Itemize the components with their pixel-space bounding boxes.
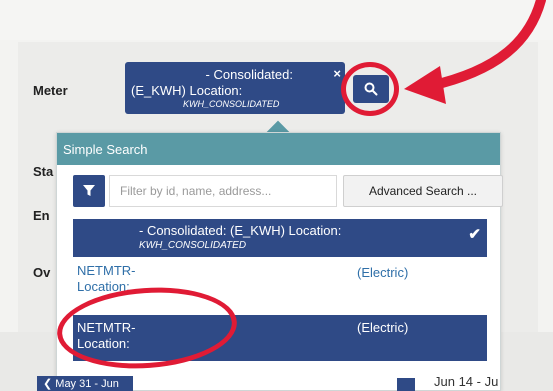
start-label: Sta bbox=[33, 164, 54, 179]
result-type: (Electric) bbox=[357, 265, 409, 280]
result-subtitle: KWH_CONSOLIDATED bbox=[139, 240, 247, 251]
filter-icon bbox=[83, 185, 95, 196]
calendar-control[interactable] bbox=[397, 378, 415, 391]
meter-selection-chip[interactable]: - Consolidated: (E_KWH) Location: KWH_CO… bbox=[125, 62, 345, 114]
chip-line-3: KWH_CONSOLIDATED bbox=[183, 99, 280, 109]
filter-input[interactable] bbox=[109, 175, 337, 207]
advanced-search-button[interactable]: Advanced Search ... bbox=[343, 175, 503, 207]
end-label: En bbox=[33, 208, 50, 223]
close-icon[interactable]: × bbox=[333, 66, 341, 81]
result-type: (Electric) bbox=[357, 320, 409, 335]
next-period-label: Jun 14 - Ju bbox=[434, 374, 499, 389]
chevron-left-icon: ❮ bbox=[43, 378, 56, 390]
chip-line-2: (E_KWH) Location: bbox=[131, 83, 243, 98]
check-icon: ✔ bbox=[468, 226, 481, 243]
prev-period-label: May 31 - Jun 14 bbox=[43, 378, 119, 391]
result-row-selected[interactable]: - Consolidated: (E_KWH) Location: KWH_CO… bbox=[73, 219, 487, 257]
result-title: - Consolidated: (E_KWH) Location: bbox=[139, 223, 342, 238]
annotation-circle-search bbox=[341, 62, 399, 116]
over-label: Ov bbox=[33, 265, 51, 280]
prev-period-button[interactable]: ❮ May 31 - Jun 14 bbox=[37, 376, 133, 391]
chip-line-1: - Consolidated: bbox=[205, 67, 293, 82]
result-name-line-1: NETMTR- bbox=[77, 263, 136, 278]
popover-title: Simple Search bbox=[57, 133, 500, 165]
filter-button[interactable] bbox=[73, 175, 105, 207]
meter-label: Meter bbox=[33, 83, 68, 98]
redaction-mask bbox=[147, 265, 353, 279]
top-band bbox=[0, 0, 553, 40]
